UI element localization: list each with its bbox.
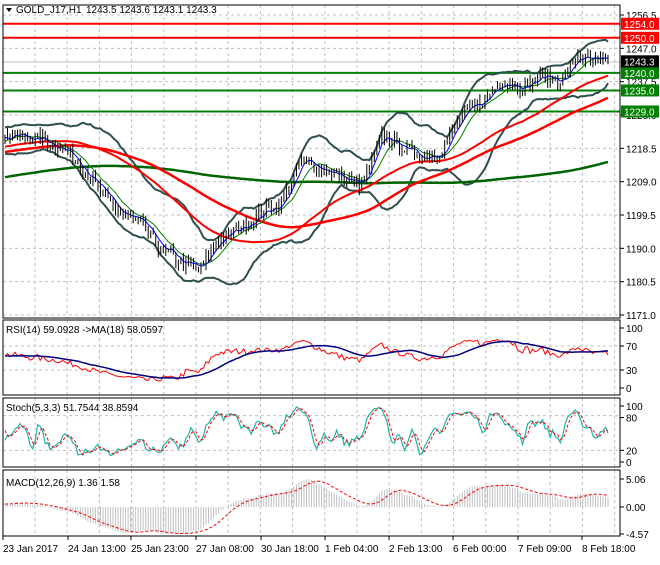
price-tick-label: 1190.0: [626, 244, 656, 255]
time-label: 25 Jan 23:00: [131, 544, 189, 555]
triangle-down-icon[interactable]: [6, 8, 12, 12]
level-tag-label: 1250.0: [624, 34, 655, 45]
macd-label: MACD(12,26,9) 1.36 1.58: [6, 478, 120, 489]
chart-canvas[interactable]: 1256.51247.01237.51228.01218.51209.01199…: [0, 0, 660, 560]
ohlc-label: 1243.5 1243.6 1243.1 1243.3: [86, 5, 217, 16]
price-tick-label: 1199.5: [626, 211, 656, 222]
time-label: 27 Jan 08:00: [196, 544, 254, 555]
time-label: 24 Jan 13:00: [68, 544, 126, 555]
rsi-tick-label: 70: [626, 342, 638, 353]
current-price-label: 1243.3: [624, 57, 655, 68]
level-tag-label: 1235.0: [624, 86, 655, 97]
time-label: 2 Feb 13:00: [389, 544, 443, 555]
stoch-tick-label: 80: [626, 414, 638, 425]
time-label: 6 Feb 00:00: [453, 544, 507, 555]
price-tick-label: 1209.0: [626, 178, 657, 189]
rsi-tick-label: 0: [626, 384, 632, 395]
price-tick-label: 1247.0: [626, 44, 657, 55]
macd-tick-label: 5.06: [626, 475, 646, 486]
price-levels: [3, 22, 620, 113]
price-tick-label: 1171.0: [626, 311, 656, 322]
stoch-tick-label: 20: [626, 446, 638, 457]
level-tag-label: 1229.0: [624, 107, 655, 118]
macd-tick-label: -4.57: [626, 530, 649, 541]
time-label: 30 Jan 18:00: [261, 544, 319, 555]
stoch-tick-label: 100: [626, 402, 643, 413]
time-label: 7 Feb 09:00: [518, 544, 572, 555]
symbol-label: GOLD_J17,H1: [16, 5, 82, 16]
time-label: 23 Jan 2017: [3, 544, 58, 555]
chart-window[interactable]: 1256.51247.01237.51228.01218.51209.01199…: [0, 0, 660, 560]
stoch-label: Stoch(5,3,3) 51.7544 38.8594: [6, 403, 139, 414]
time-label: 8 Feb 18:00: [582, 544, 636, 555]
rsi-tick-label: 100: [626, 324, 643, 335]
macd-tick-label: 0.00: [626, 503, 646, 514]
price-tick-label: 1180.5: [626, 278, 656, 289]
rsi-label: RSI(14) 59.0928 ->MA(18) 58.0597: [6, 325, 163, 336]
time-label: 1 Feb 04:00: [325, 544, 379, 555]
level-tag-label: 1254.0: [624, 20, 655, 31]
stoch-tick-label: 0: [626, 458, 632, 469]
price-tick-label: 1218.5: [626, 144, 657, 155]
level-tag-label: 1240.0: [624, 69, 655, 80]
rsi-tick-label: 30: [626, 366, 638, 377]
axes: 1256.51247.01237.51228.01218.51209.01199…: [2, 11, 659, 555]
